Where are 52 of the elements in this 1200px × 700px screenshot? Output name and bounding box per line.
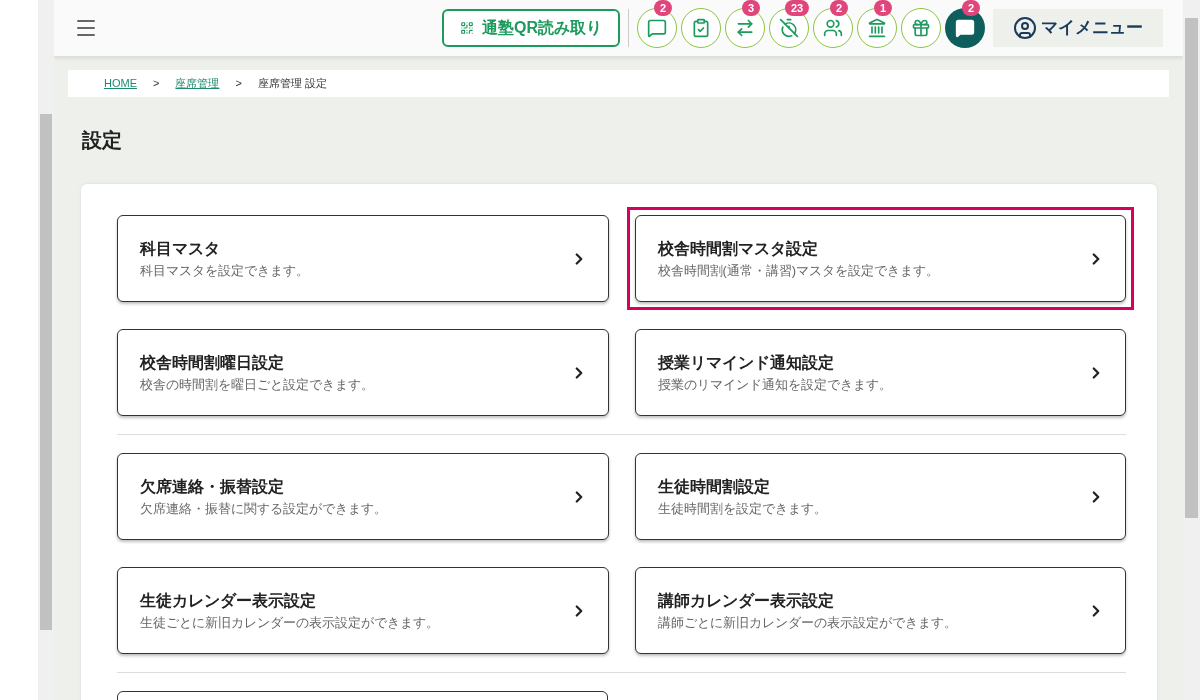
card-description: 授業のリマインド通知を設定できます。 <box>657 375 892 394</box>
timer-off-icon <box>779 18 799 38</box>
building-icon <box>867 18 887 38</box>
arrows-icon <box>735 18 755 38</box>
chat-icon <box>647 18 667 38</box>
settings-card[interactable]: 生徒カレンダー表示設定 生徒ごとに新旧カレンダーの表示設定ができます。 <box>117 567 609 654</box>
qr-scan-button[interactable]: 通塾QR読み取り <box>442 9 620 47</box>
settings-card[interactable]: 校舎時間割曜日設定 校舎の時間割を曜日ごと設定できます。 <box>117 329 609 416</box>
settings-card[interactable]: 欠席連絡・振替設定 欠席連絡・振替に関する設定ができます。 <box>117 453 609 540</box>
settings-card[interactable]: 科目マスタ 科目マスタを設定できます。 <box>117 215 609 302</box>
breadcrumb-link[interactable]: HOME <box>104 75 137 92</box>
count-badge: 2 <box>962 0 981 16</box>
settings-card[interactable]: 校舎時間割マスタ設定 校舎時間割(通常・講習)マスタを設定できます。 <box>634 215 1126 302</box>
card-title: 校舎時間割マスタ設定 <box>657 238 819 259</box>
count-badge: 1 <box>874 0 893 16</box>
chat-icon <box>955 18 975 38</box>
card-title: 生徒カレンダー表示設定 <box>140 590 317 611</box>
gift-icon <box>911 18 931 38</box>
header-icon-button[interactable] <box>681 8 721 48</box>
scrollbar[interactable] <box>38 0 54 700</box>
breadcrumb-text: > <box>153 76 160 92</box>
card-title: 科目マスタ <box>140 238 221 259</box>
breadcrumb-link[interactable]: 座席管理 <box>175 75 220 92</box>
my-menu-button[interactable]: マイメニュー <box>993 9 1163 47</box>
page-title: 設定 <box>82 128 123 153</box>
breadcrumb-text: > <box>235 76 242 92</box>
card-description: 校舎時間割(通常・講習)マスタを設定できます。 <box>657 261 940 280</box>
card-description: 欠席連絡・振替に関する設定ができます。 <box>140 499 387 518</box>
card-title: 校舎時間割曜日設定 <box>140 352 285 373</box>
header-icon-button[interactable] <box>901 8 941 48</box>
group-icon <box>823 18 843 38</box>
settings-card[interactable]: 講師カレンダー表示設定 講師ごとに新旧カレンダーの表示設定ができます。 <box>634 567 1126 654</box>
card-description: 科目マスタを設定できます。 <box>140 261 309 280</box>
count-badge: 3 <box>742 0 761 16</box>
settings-card[interactable]: 授業リマインド通知設定 授業のリマインド通知を設定できます。 <box>634 329 1126 416</box>
card-description: 生徒ごとに新旧カレンダーの表示設定ができます。 <box>140 613 439 632</box>
count-badge: 2 <box>654 0 673 16</box>
card-title: 生徒時間割設定 <box>657 476 771 497</box>
checklist-icon <box>691 18 711 38</box>
qr-code-icon <box>460 21 474 35</box>
card-title: 欠席連絡・振替設定 <box>140 476 285 497</box>
breadcrumb-text: 座席管理 設定 <box>257 76 327 92</box>
card-title: 講師カレンダー表示設定 <box>657 590 835 611</box>
settings-card[interactable]: 生徒時間割設定 生徒時間割を設定できます。 <box>634 453 1126 540</box>
card-title: 授業リマインド通知設定 <box>657 352 835 373</box>
card-description: 講師ごとに新旧カレンダーの表示設定ができます。 <box>657 613 957 632</box>
card-description: 校舎の時間割を曜日ごと設定できます。 <box>140 375 374 394</box>
user-avatar-icon <box>1013 16 1037 40</box>
scrollbar[interactable] <box>1183 0 1200 700</box>
count-badge: 2 <box>830 0 849 16</box>
count-badge: 23 <box>784 0 810 16</box>
card-description: 生徒時間割を設定できます。 <box>657 499 827 518</box>
